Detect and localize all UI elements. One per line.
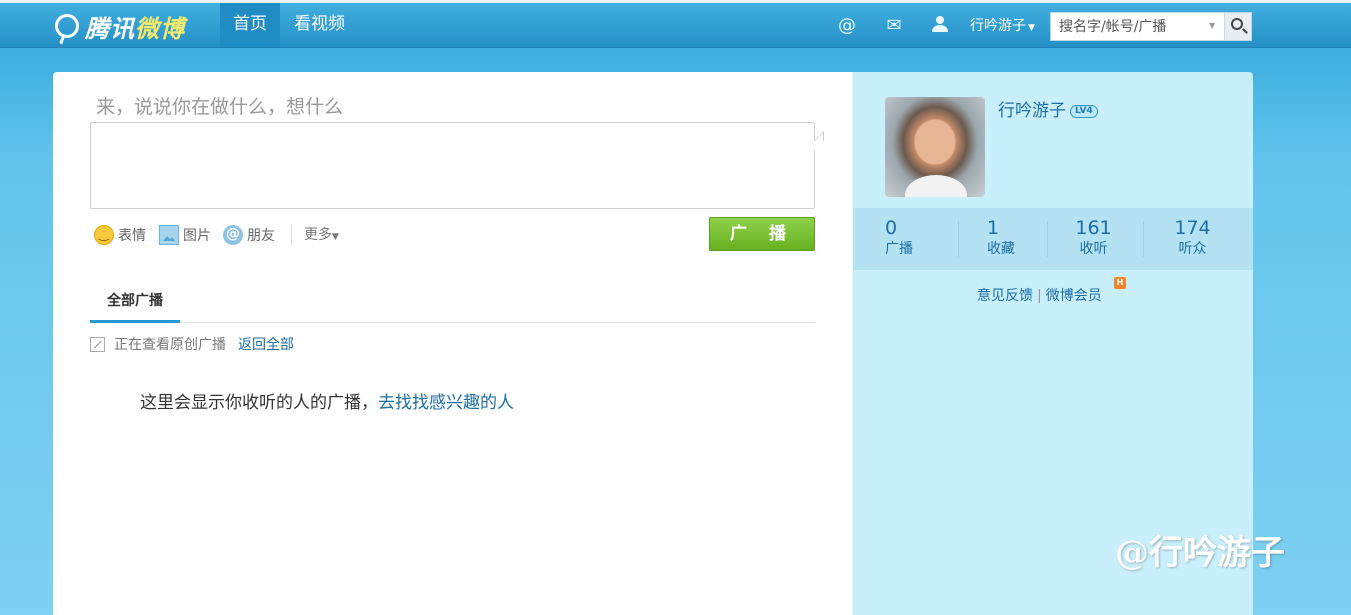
- mail-icon[interactable]: ✉: [883, 15, 905, 37]
- mention-friend-button[interactable]: @ 朋友: [223, 224, 275, 246]
- user-menu-dropdown[interactable]: 行吟游子 ▼: [970, 15, 1035, 39]
- user-menu-label: 行吟游子: [970, 18, 1026, 34]
- mention-icon[interactable]: @: [836, 15, 858, 37]
- logo-text: 腾讯微博: [85, 13, 185, 43]
- stat-followers[interactable]: 174 听众: [1145, 216, 1240, 258]
- main-panel: 来，说说你在做什么，想什么 表情 图片 @朋友 更多▼ 广 播 全部广播 正在查…: [53, 72, 853, 615]
- side-links: 意见反馈 | 微博会员 H: [977, 277, 1126, 305]
- search-dropdown-icon[interactable]: ▼: [1209, 21, 1215, 30]
- search-box: ▼: [1050, 12, 1252, 41]
- vip-member-link[interactable]: 微博会员: [1046, 288, 1102, 304]
- filter-text: 正在查看原创广播: [114, 337, 226, 353]
- avatar[interactable]: [885, 97, 985, 197]
- chevron-down-icon: ▼: [332, 232, 339, 242]
- feedback-link[interactable]: 意见反馈: [977, 288, 1033, 304]
- search-icon: [1231, 18, 1243, 30]
- top-navbar: 腾讯微博 首页 看视频 @ ✉ 行吟游子▼ ▼: [0, 0, 1351, 48]
- search-button[interactable]: [1224, 13, 1251, 40]
- original-icon: [90, 336, 105, 352]
- nav-tab-video[interactable]: 看视频: [281, 3, 358, 47]
- search-input[interactable]: [1051, 13, 1225, 40]
- compose-notch: [814, 131, 824, 151]
- chevron-down-icon: ▼: [1028, 23, 1035, 33]
- more-button[interactable]: 更多▼: [304, 224, 339, 244]
- image-button[interactable]: 图片: [159, 224, 211, 246]
- back-to-all-link[interactable]: 返回全部: [238, 334, 294, 354]
- level-badge[interactable]: LV4: [1070, 104, 1098, 118]
- compose-textarea[interactable]: [90, 122, 815, 209]
- emoji-button[interactable]: 表情: [94, 224, 146, 246]
- smile-icon: [94, 225, 114, 245]
- find-people-link[interactable]: 去找找感兴趣的人: [378, 393, 514, 413]
- tencent-weibo-logo[interactable]: 腾讯微博: [55, 9, 185, 43]
- toolbar-divider: [291, 225, 292, 245]
- watermark: @行吟游子: [1115, 533, 1285, 573]
- stat-favorites[interactable]: 1 收藏: [955, 216, 1050, 258]
- stat-following[interactable]: 161 收听: [1046, 216, 1141, 258]
- profile-name[interactable]: 行吟游子 LV4: [998, 96, 1098, 121]
- empty-feed-message: 这里会显示你收听的人的广播，去找找感兴趣的人: [140, 393, 514, 413]
- logo-icon: [55, 14, 79, 38]
- user-icon[interactable]: [929, 15, 951, 37]
- tab-all-broadcasts[interactable]: 全部广播: [90, 282, 180, 323]
- profile-stats: 0 广播 1 收藏 161 收听 174 听众: [853, 208, 1253, 270]
- feed-tabs: 全部广播: [90, 282, 815, 323]
- at-icon: @: [223, 225, 243, 245]
- compose-prompt: 来，说说你在做什么，想什么: [96, 96, 344, 118]
- filter-status: 正在查看原创广播 返回全部: [90, 334, 294, 354]
- stat-broadcasts[interactable]: 0 广播: [853, 216, 948, 258]
- hot-badge: H: [1114, 277, 1126, 289]
- nav-tab-home[interactable]: 首页: [220, 3, 280, 47]
- image-icon: [159, 225, 179, 245]
- broadcast-button[interactable]: 广 播: [709, 217, 815, 251]
